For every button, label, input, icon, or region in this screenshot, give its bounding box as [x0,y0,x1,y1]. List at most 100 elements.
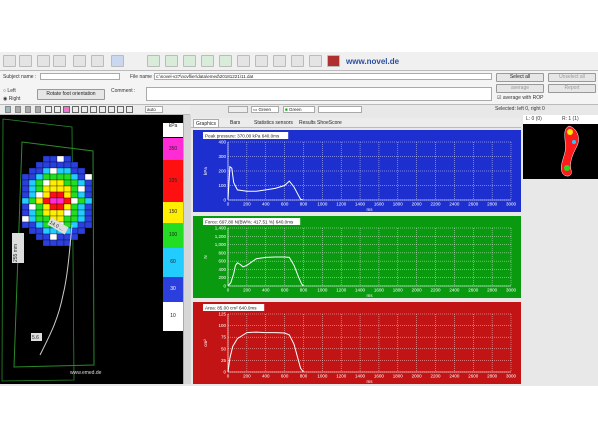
charts-area: 01002003004000 200 400 600 800 1000 1200 1400 16… [193,130,521,384]
pressure-cell [56,203,65,211]
pressure-cell [70,167,79,175]
pressure-cell [42,191,51,199]
pressure-cell [84,221,93,229]
tab-statistics-sensors[interactable]: Statistics sensors [252,119,295,128]
scale-select[interactable]: auto [145,106,163,113]
left-count: L: 0 (0) [526,116,542,122]
rotate-icon[interactable] [108,106,115,113]
chart-0-title: Peak pressure: 370.00 kPa 640.0ms [205,133,280,138]
select-all-button[interactable]: Select all [496,73,544,82]
pressure-cell [56,173,65,181]
pressure-cell [84,179,93,187]
average-button[interactable]: average [496,84,544,93]
comment-input[interactable] [146,87,492,101]
pressure-cell [63,191,72,199]
pointer-icon[interactable] [45,106,52,113]
color-select-2[interactable]: ■ Green [283,106,315,113]
tab-bars[interactable]: Bars [228,119,242,128]
chart-1-ytick: 1,200 [215,234,227,239]
tool-3-icon[interactable] [25,106,31,113]
tab-graphics[interactable]: Graphics [193,119,220,128]
save-icon[interactable] [19,55,32,67]
pressure-cell [63,185,72,193]
chart-1-ytick: 400 [218,267,226,272]
chart-0-xtick: 1200 [336,202,347,207]
tool-4-icon[interactable] [35,106,41,113]
chart-0-xtick: 800 [300,202,308,207]
pressure-cell [42,239,51,247]
analysis-3-icon[interactable] [183,55,196,67]
tool-1-icon[interactable] [5,106,11,113]
right-radio[interactable]: ◉ Right [3,96,20,102]
subject-label: Subject name : [3,74,37,80]
chart-2-xtick: 1600 [374,374,385,379]
pressure-cell [84,173,93,181]
foot-3-icon[interactable] [273,55,286,67]
chart-2-ytick: 125 [218,312,226,317]
settings-icon[interactable] [73,55,86,67]
zoom-in-icon[interactable] [72,106,79,113]
exit-icon[interactable] [327,55,340,67]
pressure-cell [35,203,44,211]
3d-view-icon[interactable] [111,55,124,67]
copy-icon[interactable] [37,55,50,67]
panel-splitter[interactable] [183,115,191,384]
pressure-cell [35,173,44,181]
top-margin [0,0,598,52]
chart-1-xtick: 200 [243,288,251,293]
foot-5-icon[interactable] [309,55,322,67]
chart-1-xtick: 2200 [431,288,442,293]
analysis-4-icon[interactable] [201,55,214,67]
pressure-cell [77,203,86,211]
pressure-cell [42,227,51,235]
chart-0-ytick: 100 [218,183,226,188]
cursor-icon[interactable] [117,106,124,113]
rotate-foot-button[interactable]: Rotate foot orientation [37,89,105,100]
line-style-select[interactable] [228,106,248,113]
chart-0-xtick: 200 [243,202,251,207]
pressure-cell [77,185,86,193]
pressure-cell [56,167,65,175]
color-icon[interactable] [63,106,70,113]
outline-icon[interactable] [99,106,106,113]
tab-results-shoescore[interactable]: Results ShoeScore [297,119,344,128]
pressure-cell [70,197,79,205]
chart-0-ytick: 400 [218,140,226,145]
pressure-cell [70,191,79,199]
report-button[interactable]: Report [548,84,596,93]
zoom-out-icon[interactable] [81,106,88,113]
brand-link[interactable]: www.novel.de [346,57,399,66]
pressure-cell [77,191,86,199]
pressure-cell [49,209,58,217]
chart-0-xtick: 1600 [374,202,385,207]
pressure-cell [63,197,72,205]
analysis-2-icon[interactable] [165,55,178,67]
pressure-cell [35,185,44,193]
subject-name-input[interactable] [40,73,120,80]
extra-field[interactable] [318,106,362,113]
ruler-icon[interactable] [90,106,97,113]
foot-2-icon[interactable] [255,55,268,67]
analysis-5-icon[interactable] [219,55,232,67]
average-rop-checkbox[interactable]: ☑ average with ROP [497,95,543,101]
chart-2-xtick: 1400 [355,374,366,379]
frame-icon[interactable] [126,106,133,113]
upload-icon[interactable] [91,55,104,67]
pressure-cell [21,185,30,193]
unselect-all-button[interactable]: Unselect all [548,73,596,82]
grid-icon[interactable] [54,106,61,113]
open-folder-icon[interactable] [3,55,16,67]
foot-4-icon[interactable] [291,55,304,67]
pressure-cell [49,173,58,181]
chart-2-xtick: 3000 [506,374,517,379]
pressure-cell [21,203,30,211]
print-icon[interactable] [53,55,66,67]
left-radio[interactable]: ○ Left [3,88,16,94]
chart-0-xtick: 600 [281,202,289,207]
color-select-1[interactable]: ▭ Green [251,106,279,113]
analysis-1-icon[interactable] [147,55,160,67]
chart-1-title: Force: 697.80 N(BW%: 417.51 %) 640.0ms [205,219,294,224]
pressure-cell [49,167,58,175]
foot-1-icon[interactable] [237,55,250,67]
tool-2-icon[interactable] [15,106,21,113]
